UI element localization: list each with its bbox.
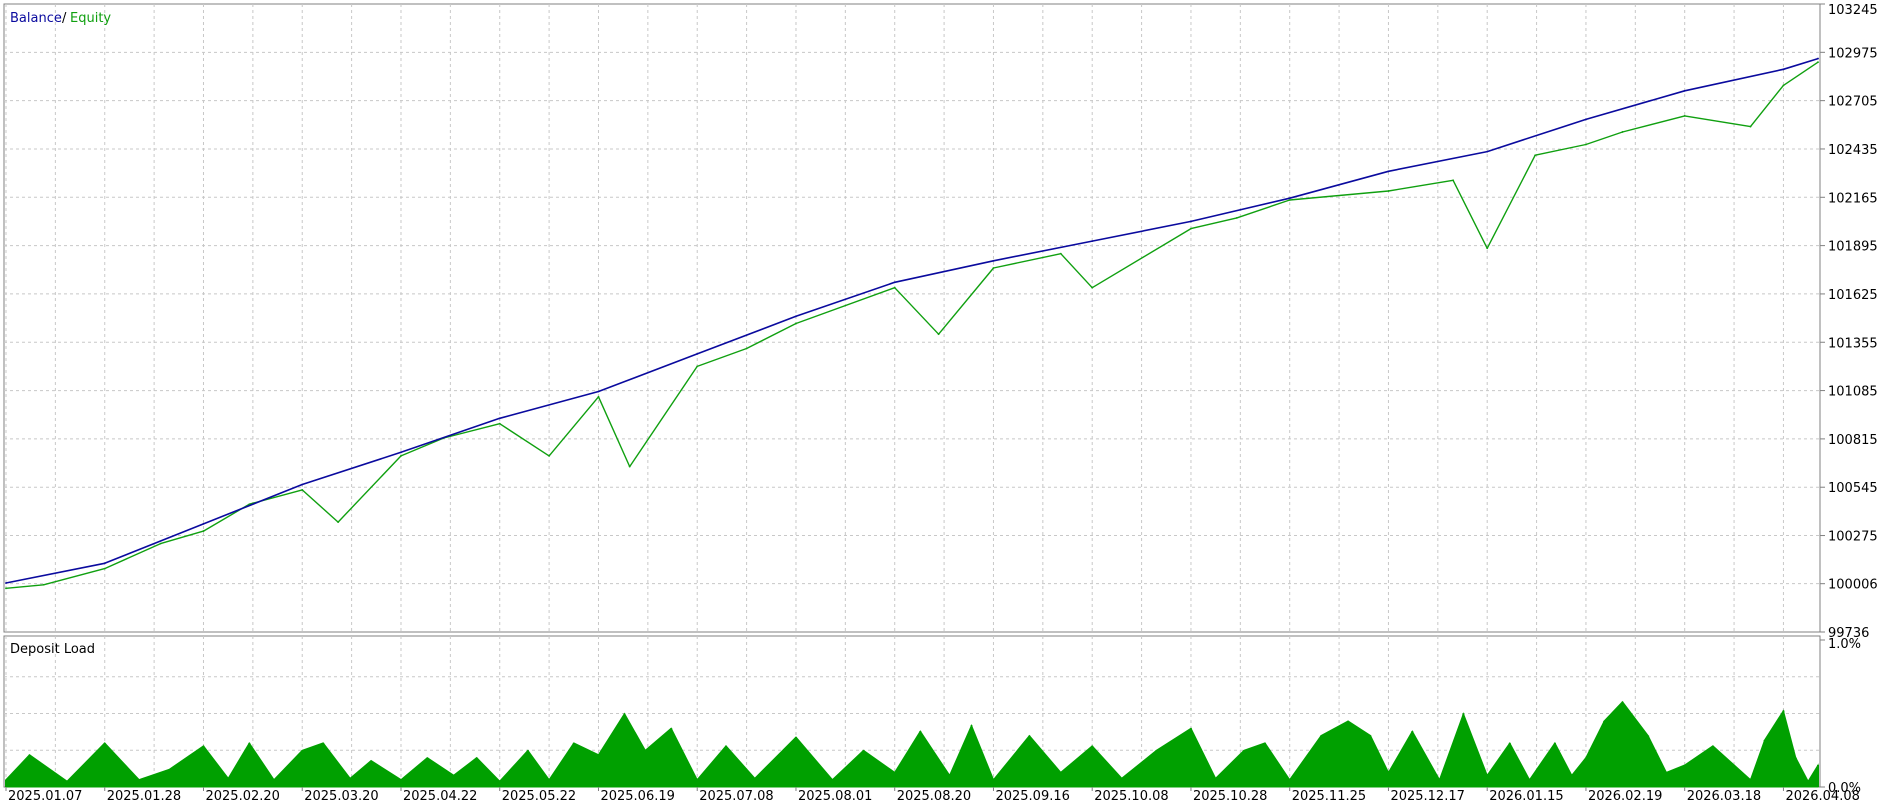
data-point-balance xyxy=(1091,240,1094,243)
x-tick-label: 2025.10.08 xyxy=(1094,789,1168,804)
data-point-equity xyxy=(498,422,501,425)
x-tick-label: 2025.07.08 xyxy=(699,789,773,804)
data-point-equity xyxy=(597,395,600,398)
data-point-balance xyxy=(1486,150,1489,153)
data-point-balance xyxy=(1817,57,1819,60)
x-tick-label: 2025.05.22 xyxy=(502,789,576,804)
x-tick-label: 2025.06.19 xyxy=(600,789,674,804)
x-tick-label: 2026.02.19 xyxy=(1588,789,1662,804)
data-point-equity xyxy=(628,465,631,468)
data-point-equity xyxy=(992,267,995,269)
data-point-equity xyxy=(696,365,699,368)
x-tick-label: 2025.02.20 xyxy=(205,789,279,804)
data-point-equity xyxy=(5,587,7,590)
data-point-equity xyxy=(1235,216,1238,219)
balance-equity-panel: 103245 102975 102705 102435 102165 101895 1016… xyxy=(3,3,1878,641)
data-point-equity xyxy=(1534,154,1537,157)
data-point-balance xyxy=(1585,118,1587,121)
legend-balance: Balance xyxy=(10,11,62,26)
x-tick-label: 2025.01.07 xyxy=(8,789,82,804)
data-point-equity xyxy=(1059,252,1062,255)
data-point-balance xyxy=(1387,170,1390,173)
data-point-balance xyxy=(992,259,995,262)
deposit-load-panel: 1.0%0.0% Deposit Load xyxy=(3,635,1861,796)
y-tick-label: 103245 xyxy=(1828,3,1878,18)
data-point-balance xyxy=(795,315,797,318)
x-tick-label: 2025.03.20 xyxy=(304,789,378,804)
data-point-equity xyxy=(1091,286,1094,289)
data-point-equity xyxy=(1387,190,1390,192)
data-point-equity xyxy=(337,521,340,524)
data-point-balance xyxy=(696,352,699,355)
data-point-equity xyxy=(1452,179,1455,182)
data-point-equity xyxy=(548,454,551,457)
x-tick-label: 2025.10.28 xyxy=(1193,789,1267,804)
data-point-balance xyxy=(597,390,600,393)
data-point-balance xyxy=(400,451,402,454)
data-point-balance xyxy=(301,483,304,486)
y-tick-label: 100545 xyxy=(1828,481,1878,496)
x-tick-label: 2025.04.22 xyxy=(403,789,477,804)
x-tick-label: 2026.04.08 xyxy=(1785,789,1859,804)
legend-separator: / xyxy=(62,11,67,26)
data-point-balance xyxy=(103,562,106,565)
y-tick-label: 100815 xyxy=(1828,433,1878,448)
data-point-equity xyxy=(1621,131,1624,133)
data-point-equity xyxy=(745,347,748,350)
y-tick-label: 101085 xyxy=(1828,385,1878,400)
x-tick-label: 2025.08.01 xyxy=(798,789,872,804)
data-point-equity xyxy=(1190,227,1192,230)
data-point-balance xyxy=(202,523,205,525)
data-point-equity xyxy=(1749,125,1752,128)
data-point-equity xyxy=(103,567,106,570)
y-tick-label: 102705 xyxy=(1828,95,1878,110)
data-point-equity xyxy=(42,583,45,586)
data-point-balance xyxy=(1782,68,1785,71)
deposit-load-title: Deposit Load xyxy=(10,642,95,657)
data-point-equity xyxy=(1486,247,1489,250)
data-point-equity xyxy=(1782,84,1785,87)
balance-equity-legend: Balance / Equity xyxy=(10,11,111,26)
data-point-equity xyxy=(159,542,162,545)
y-tick-label: 101355 xyxy=(1828,336,1878,351)
data-point-equity xyxy=(795,322,797,325)
data-point-equity xyxy=(1288,199,1291,201)
data-point-balance xyxy=(1190,220,1192,223)
x-tick-label: 2025.09.16 xyxy=(995,789,1069,804)
y-tick-label: 100006 xyxy=(1828,578,1878,593)
x-tick-label: 2025.08.20 xyxy=(897,789,971,804)
data-point-balance xyxy=(893,281,896,284)
data-point-equity xyxy=(1585,143,1587,146)
data-point-equity xyxy=(1817,61,1819,64)
x-tick-label: 2026.01.15 xyxy=(1489,789,1563,804)
data-point-equity xyxy=(301,488,304,491)
data-point-balance xyxy=(1288,197,1291,200)
data-point-equity xyxy=(893,286,896,289)
y-tick-label: 102435 xyxy=(1828,143,1878,158)
data-point-equity xyxy=(400,454,402,457)
chart-root: 103245 102975 102705 102435 102165 101895 1016… xyxy=(0,0,1879,805)
y-tick-label: 1.0% xyxy=(1828,637,1861,652)
data-point-equity xyxy=(1683,114,1686,117)
y-tick-label: 102165 xyxy=(1828,191,1878,206)
legend-equity: Equity xyxy=(70,11,111,26)
y-tick-label: 101625 xyxy=(1828,288,1878,303)
y-tick-label: 101895 xyxy=(1828,240,1878,255)
data-point-balance xyxy=(1683,89,1686,92)
y-tick-label: 100275 xyxy=(1828,530,1878,545)
y-tick-label: 102975 xyxy=(1828,46,1878,61)
x-tick-label: 2026.03.18 xyxy=(1687,789,1761,804)
x-tick-label: 2025.12.17 xyxy=(1390,789,1464,804)
data-point-balance xyxy=(5,582,7,584)
x-tick-label: 2025.11.25 xyxy=(1292,789,1366,804)
data-point-equity xyxy=(202,530,205,532)
balance-equity-plot-area xyxy=(3,3,1821,633)
data-point-equity xyxy=(937,333,940,336)
x-tick-label: 2025.01.28 xyxy=(107,789,181,804)
data-point-balance xyxy=(498,417,501,420)
